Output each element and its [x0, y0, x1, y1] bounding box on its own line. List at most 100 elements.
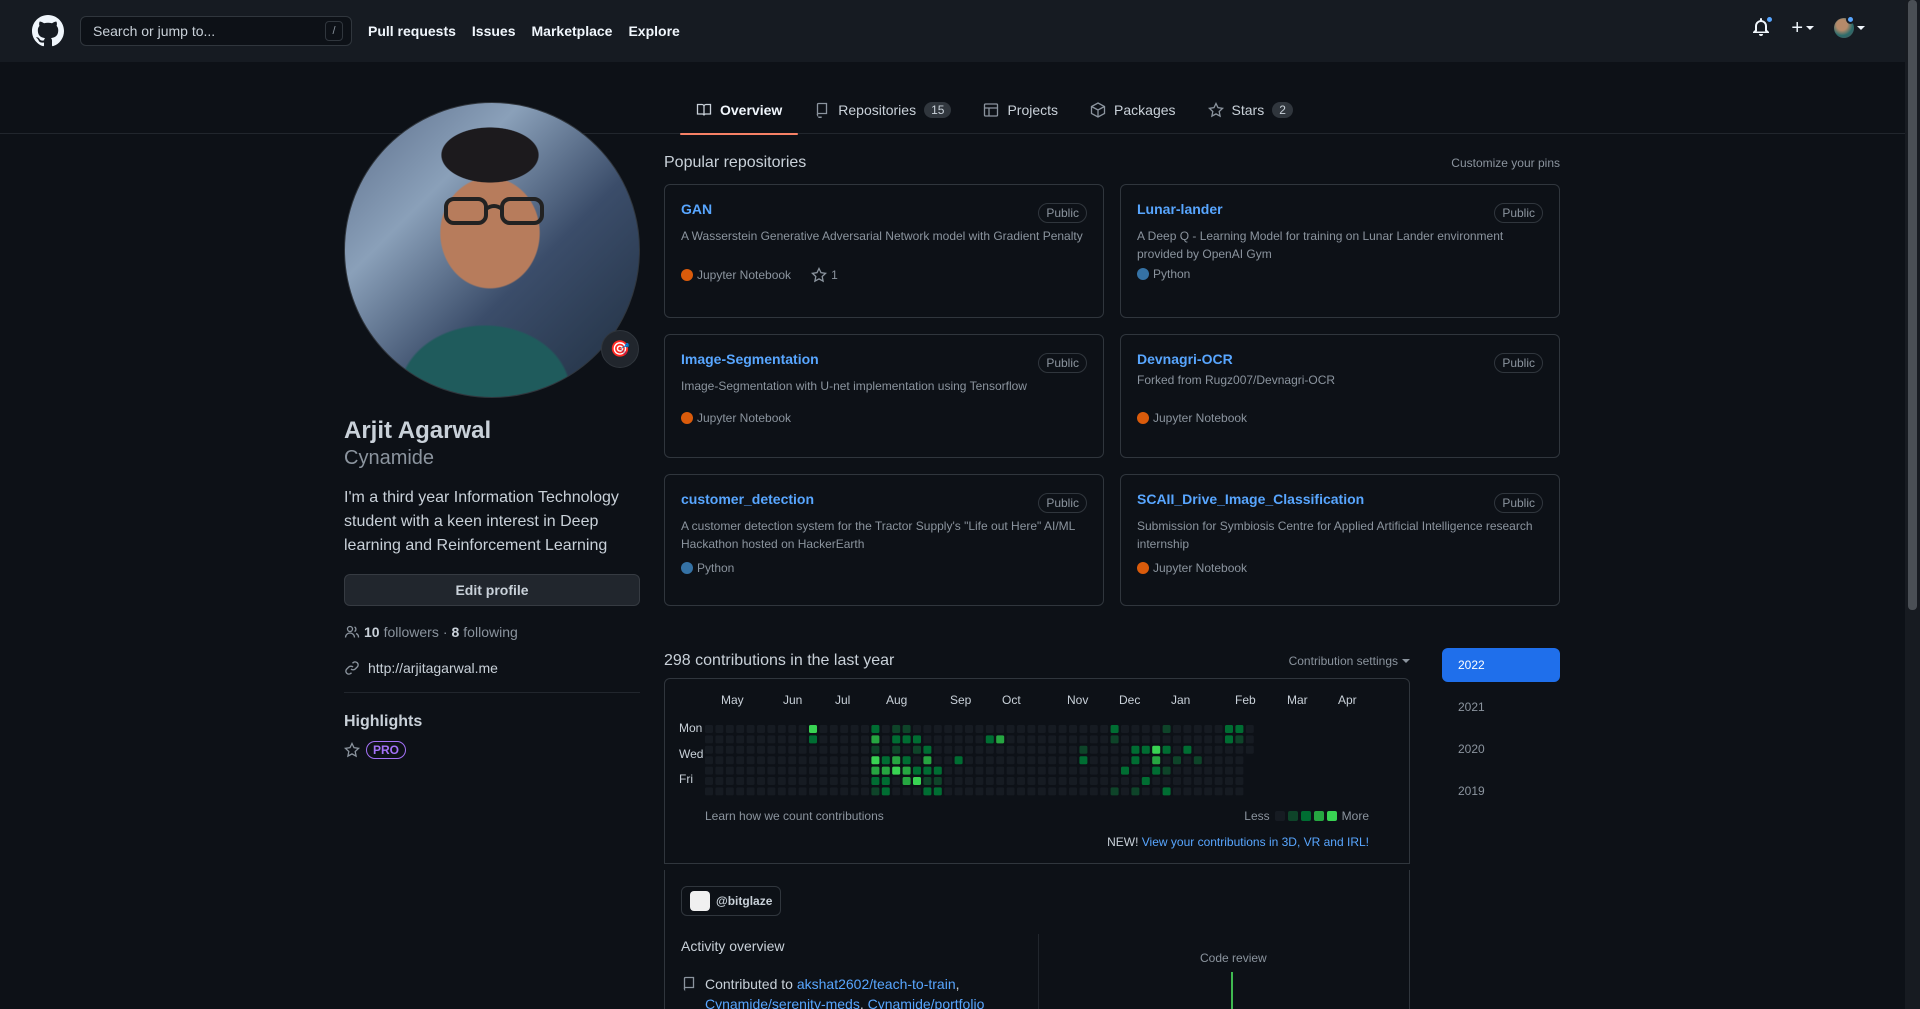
contribution-day-cell[interactable] — [725, 735, 734, 744]
contribution-day-cell[interactable] — [1017, 745, 1025, 754]
contribution-day-cell[interactable] — [757, 787, 765, 796]
contribution-day-cell[interactable] — [1079, 735, 1088, 744]
contribution-day-cell[interactable] — [1214, 735, 1223, 744]
contribution-day-cell[interactable] — [746, 787, 755, 796]
contribution-day-cell[interactable] — [1110, 756, 1119, 765]
contribution-day-cell[interactable] — [788, 756, 797, 765]
contribution-day-cell[interactable] — [985, 756, 994, 765]
contribution-day-cell[interactable] — [1048, 777, 1057, 785]
contribution-day-cell[interactable] — [1141, 766, 1150, 775]
contribution-day-cell[interactable] — [861, 766, 869, 775]
contribution-day-cell[interactable] — [861, 745, 869, 754]
contribution-day-cell[interactable] — [1141, 777, 1150, 785]
contribution-day-cell[interactable] — [1100, 787, 1109, 796]
contribution-day-cell[interactable] — [996, 725, 1005, 733]
contribution-day-cell[interactable] — [965, 766, 973, 775]
stargazers-link[interactable]: 1 — [811, 267, 838, 283]
contribution-day-cell[interactable] — [933, 787, 942, 796]
contribution-day-cell[interactable] — [1152, 745, 1161, 754]
contribution-day-cell[interactable] — [1079, 725, 1088, 733]
contribution-day-cell[interactable] — [1204, 777, 1213, 785]
contribution-day-cell[interactable] — [1235, 766, 1244, 775]
contribution-day-cell[interactable] — [1131, 787, 1140, 796]
contribution-day-cell[interactable] — [965, 725, 973, 733]
contribution-day-cell[interactable] — [965, 745, 973, 754]
contribution-day-cell[interactable] — [767, 787, 776, 796]
contribution-day-cell[interactable] — [975, 745, 984, 754]
contribution-day-cell[interactable] — [777, 766, 786, 775]
contribution-day-cell[interactable] — [1058, 787, 1067, 796]
contribution-day-cell[interactable] — [850, 725, 859, 733]
contribution-day-cell[interactable] — [1162, 745, 1171, 754]
contribution-day-cell[interactable] — [1100, 756, 1109, 765]
contribution-day-cell[interactable] — [881, 766, 890, 775]
contribution-day-cell[interactable] — [1058, 735, 1067, 744]
contribution-day-cell[interactable] — [1152, 787, 1161, 796]
contribution-day-cell[interactable] — [1121, 756, 1129, 765]
contribution-day-cell[interactable] — [725, 745, 734, 754]
contribution-day-cell[interactable] — [892, 735, 901, 744]
contribution-day-cell[interactable] — [871, 766, 880, 775]
contribution-day-cell[interactable] — [1037, 756, 1046, 765]
contribution-day-cell[interactable] — [1110, 745, 1119, 754]
contribution-day-cell[interactable] — [996, 735, 1005, 744]
contribution-day-cell[interactable] — [1048, 745, 1057, 754]
contribution-day-cell[interactable] — [902, 725, 911, 733]
contribution-day-cell[interactable] — [1079, 766, 1088, 775]
contribution-day-cell[interactable] — [767, 777, 776, 785]
contribution-day-cell[interactable] — [725, 787, 734, 796]
contribution-day-cell[interactable] — [923, 766, 932, 775]
contribution-day-cell[interactable] — [1006, 777, 1015, 785]
contribution-day-cell[interactable] — [840, 756, 849, 765]
contribution-day-cell[interactable] — [798, 735, 807, 744]
contribution-day-cell[interactable] — [736, 787, 745, 796]
contribution-day-cell[interactable] — [1225, 787, 1233, 796]
contribution-day-cell[interactable] — [788, 735, 797, 744]
contribution-day-cell[interactable] — [954, 766, 963, 775]
contribution-day-cell[interactable] — [850, 777, 859, 785]
contribution-day-cell[interactable] — [1245, 735, 1254, 744]
tab-repositories[interactable]: Repositories 15 — [798, 86, 967, 134]
contribution-day-cell[interactable] — [746, 777, 755, 785]
contribution-day-cell[interactable] — [985, 725, 994, 733]
contribution-day-cell[interactable] — [1131, 756, 1140, 765]
contribution-day-cell[interactable] — [829, 787, 838, 796]
contribution-day-cell[interactable] — [1121, 735, 1129, 744]
contribution-day-cell[interactable] — [1100, 725, 1109, 733]
contribution-day-cell[interactable] — [902, 777, 911, 785]
contribution-day-cell[interactable] — [996, 766, 1005, 775]
contribution-day-cell[interactable] — [1152, 766, 1161, 775]
contribution-day-cell[interactable] — [1089, 756, 1098, 765]
contribution-day-cell[interactable] — [1121, 766, 1129, 775]
contribution-day-cell[interactable] — [881, 745, 890, 754]
contribution-day-cell[interactable] — [1037, 777, 1046, 785]
contribution-day-cell[interactable] — [1162, 725, 1171, 733]
contribution-day-cell[interactable] — [777, 787, 786, 796]
contribution-day-cell[interactable] — [871, 725, 880, 733]
contribution-day-cell[interactable] — [819, 745, 828, 754]
contribution-day-cell[interactable] — [1193, 756, 1202, 765]
contribution-day-cell[interactable] — [829, 735, 838, 744]
contribution-day-cell[interactable] — [1006, 787, 1015, 796]
contribution-day-cell[interactable] — [715, 777, 724, 785]
contribution-day-cell[interactable] — [933, 735, 942, 744]
contribution-day-cell[interactable] — [1048, 766, 1057, 775]
contribution-day-cell[interactable] — [1214, 766, 1223, 775]
contribution-day-cell[interactable] — [757, 725, 765, 733]
contribution-day-cell[interactable] — [1183, 756, 1192, 765]
repo-name-link[interactable]: GAN — [681, 201, 712, 217]
contribution-day-cell[interactable] — [1235, 787, 1244, 796]
contribution-day-cell[interactable] — [1089, 766, 1098, 775]
contribution-day-cell[interactable] — [1006, 725, 1015, 733]
contribution-day-cell[interactable] — [1121, 777, 1129, 785]
contribution-day-cell[interactable] — [850, 787, 859, 796]
contribution-day-cell[interactable] — [840, 735, 849, 744]
contribution-day-cell[interactable] — [892, 745, 901, 754]
contribution-day-cell[interactable] — [923, 735, 932, 744]
contribution-day-cell[interactable] — [1193, 735, 1202, 744]
customize-pins-link[interactable]: Customize your pins — [1451, 156, 1560, 170]
contribution-day-cell[interactable] — [1110, 735, 1119, 744]
contribution-day-cell[interactable] — [850, 745, 859, 754]
contribution-day-cell[interactable] — [757, 745, 765, 754]
contribution-day-cell[interactable] — [736, 766, 745, 775]
